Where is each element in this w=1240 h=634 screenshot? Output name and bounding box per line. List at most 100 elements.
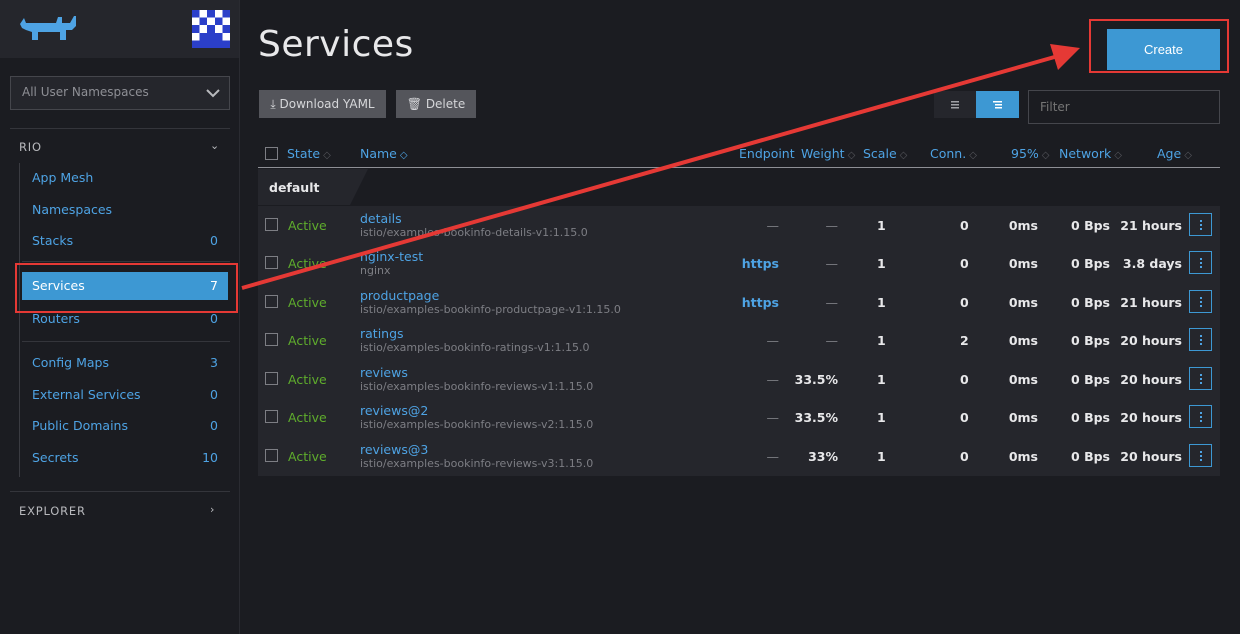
sidebar-rail [19,163,20,477]
sidebar-group-rio[interactable]: RIO [19,140,42,154]
sidebar-item-label: External Services [32,387,141,402]
filter-input[interactable] [1028,90,1220,124]
column-95[interactable]: 95% ◇ [1011,146,1050,161]
row-checkbox[interactable] [265,449,278,462]
weight-value: — [825,218,839,233]
conn-value: 0 [960,449,969,464]
conn-value: 0 [960,256,969,271]
sidebar-header [0,0,239,58]
column-network[interactable]: Network ◇ [1059,146,1122,161]
network-value: 0 Bps [1071,218,1110,233]
sidebar-item-external-services[interactable]: External Services 0 [22,381,228,409]
more-vertical-icon[interactable] [1189,328,1212,351]
identicon-avatar-icon[interactable] [192,10,230,48]
weight-value: 33.5% [794,410,838,425]
column-endpoint[interactable]: Endpoint [739,146,795,161]
column-age[interactable]: Age ◇ [1157,146,1192,161]
delete-label: Delete [425,97,466,111]
rancher-logo-icon[interactable] [16,12,80,44]
sidebar-item-label: Config Maps [32,355,109,370]
delete-button[interactable]: 🗑︎ Delete [396,90,476,118]
state-badge: Active [288,218,327,233]
sort-icon: ◇ [899,150,908,161]
p95-value: 0ms [1008,333,1038,348]
column-state[interactable]: State ◇ [287,146,331,161]
column-endpoint-label: Endpoint [739,146,795,161]
service-name-link[interactable]: productpage [360,288,439,303]
sidebar-item-namespaces[interactable]: Namespaces [22,196,228,224]
grouped-list-icon [993,101,1002,109]
service-name-link[interactable]: nginx-test [360,249,423,264]
service-name-link[interactable]: reviews@3 [360,442,428,457]
sidebar-item-secrets[interactable]: Secrets 10 [22,444,228,472]
scale-value: 1 [877,256,886,271]
column-name[interactable]: Name ◇ [360,146,408,161]
sidebar-divider [10,491,230,492]
more-vertical-icon[interactable] [1189,405,1212,428]
state-badge: Active [288,410,327,425]
more-vertical-icon[interactable] [1189,367,1212,390]
service-name-link[interactable]: ratings [360,326,404,341]
sidebar-item-public-domains[interactable]: Public Domains 0 [22,412,228,440]
column-conn[interactable]: Conn. ◇ [930,146,977,161]
flat-list-toggle[interactable] [934,91,976,118]
table-row: Active productpage istio/examples-bookin… [258,283,1220,321]
service-name-link[interactable]: reviews [360,365,408,380]
sidebar-item-count: 0 [210,311,218,326]
row-checkbox[interactable] [265,218,278,231]
more-vertical-icon[interactable] [1189,290,1212,313]
service-image: istio/examples-bookinfo-reviews-v3:1.15.… [360,457,594,470]
sort-icon: ◇ [1184,150,1192,161]
sidebar-item-app-mesh[interactable]: App Mesh [22,164,228,192]
column-weight[interactable]: Weight ◇ [801,146,855,161]
sidebar-group-explorer[interactable]: EXPLORER [19,504,86,518]
column-scale[interactable]: Scale ◇ [863,146,907,161]
table-row: Active nginx-test nginx https — 1 0 0ms … [258,244,1220,282]
row-checkbox[interactable] [265,372,278,385]
endpoint-link[interactable]: https [742,295,779,310]
sort-icon: ◇ [1114,150,1122,161]
endpoint-value: — [766,410,780,425]
download-yaml-button[interactable]: ⤓ Download YAML [259,90,386,118]
sidebar-item-label: Secrets [32,450,79,465]
endpoint-value: — [766,218,780,233]
p95-value: 0ms [1008,372,1038,387]
column-age-label: Age [1157,146,1182,161]
weight-value: — [825,333,839,348]
sidebar-item-config-maps[interactable]: Config Maps 3 [22,349,228,377]
service-image: istio/examples-bookinfo-reviews-v2:1.15.… [360,418,594,431]
p95-value: 0ms [1008,449,1038,464]
weight-value: — [825,295,839,310]
network-value: 0 Bps [1071,410,1110,425]
age-value: 3.8 days [1122,256,1182,271]
column-network-label: Network [1059,146,1112,161]
more-vertical-icon[interactable] [1189,444,1212,467]
grouped-list-toggle[interactable] [976,91,1019,118]
more-vertical-icon[interactable] [1189,213,1212,236]
row-checkbox[interactable] [265,256,278,269]
state-badge: Active [288,256,327,271]
p95-value: 0ms [1008,256,1038,271]
more-vertical-icon[interactable] [1189,251,1212,274]
chevron-right-icon[interactable]: › [210,503,214,516]
view-toggle [934,91,1019,118]
chevron-down-icon[interactable]: ⌄ [210,139,219,152]
sidebar-item-label: Stacks [32,233,74,248]
namespace-select[interactable]: All User Namespaces [10,76,230,110]
row-checkbox[interactable] [265,295,278,308]
sidebar-divider [10,128,230,129]
sidebar-item-label: Namespaces [32,202,113,217]
row-checkbox[interactable] [265,333,278,346]
service-name-link[interactable]: reviews@2 [360,403,428,418]
column-state-label: State [287,146,321,161]
select-all-checkbox[interactable] [265,147,278,160]
scale-value: 1 [877,410,886,425]
scale-value: 1 [877,449,886,464]
column-scale-label: Scale [863,146,897,161]
sidebar-item-stacks[interactable]: Stacks 0 [22,227,228,255]
sort-icon: ◇ [1041,150,1050,161]
service-name-link[interactable]: details [360,211,402,226]
scale-value: 1 [877,295,886,310]
endpoint-link[interactable]: https [742,256,779,271]
row-checkbox[interactable] [265,410,278,423]
